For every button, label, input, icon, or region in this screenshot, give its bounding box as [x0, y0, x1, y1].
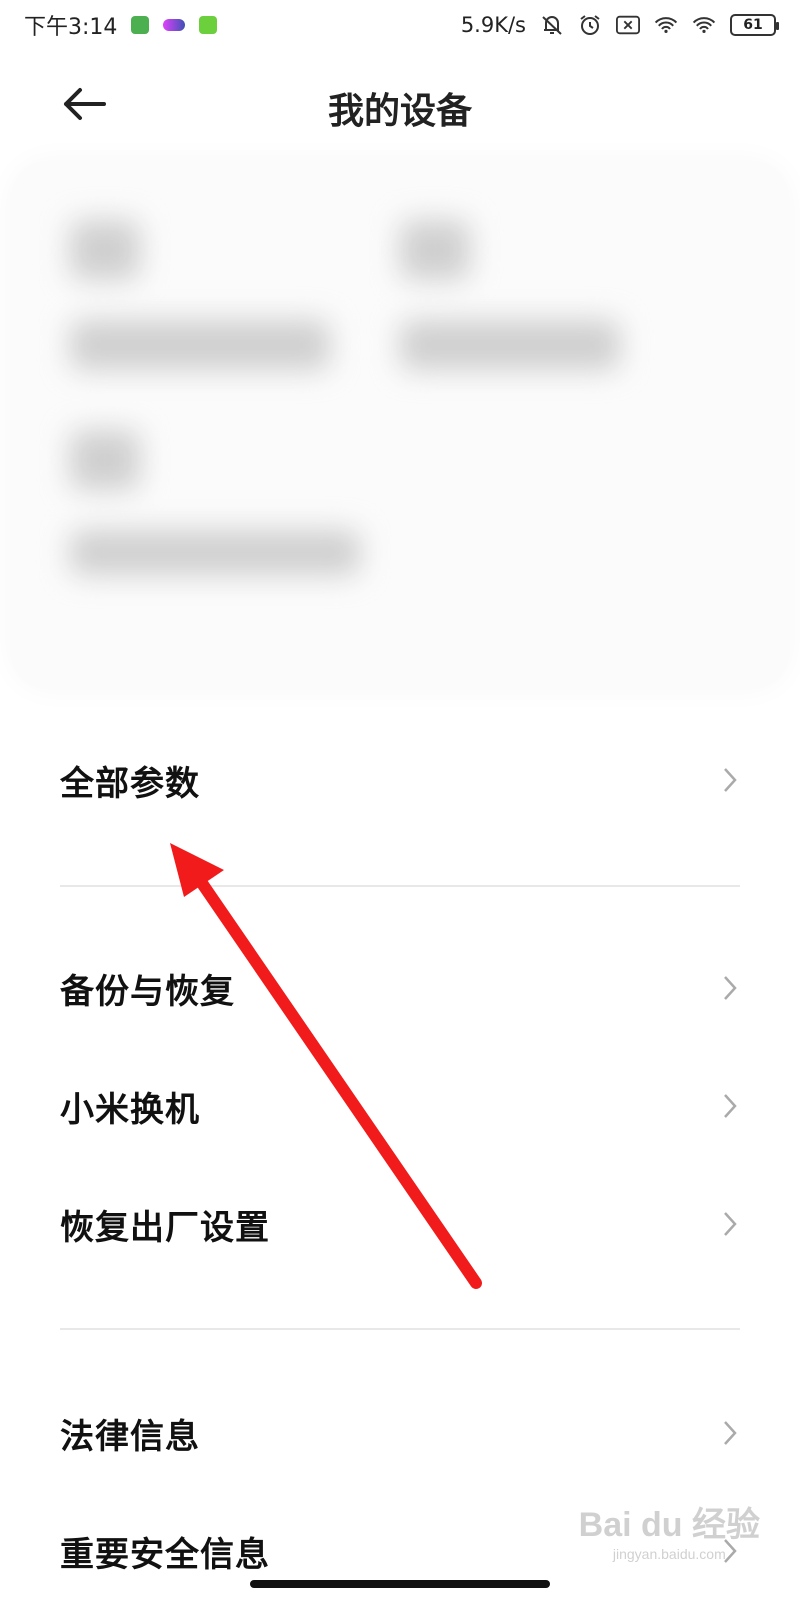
app-colorful-icon: [163, 19, 186, 31]
watermark-url: jingyan.baidu.com: [612, 1546, 726, 1562]
chevron-right-icon: [724, 976, 737, 1000]
battery-icon: 61: [730, 14, 779, 36]
chevron-right-icon: [724, 768, 737, 792]
blurred-content: [70, 220, 140, 280]
wifi-icon: [692, 15, 716, 35]
chevron-right-icon: [724, 1212, 737, 1236]
blurred-content: [70, 430, 140, 490]
menu-item-legal-info[interactable]: 法律信息: [60, 1393, 740, 1473]
app-green-icon: [131, 16, 150, 34]
menu-item-label: 备份与恢复: [60, 971, 235, 1012]
menu-item-factory-reset[interactable]: 恢复出厂设置: [60, 1184, 740, 1264]
divider: [60, 885, 740, 887]
menu-item-label: 法律信息: [60, 1416, 200, 1457]
battery-level: 61: [743, 17, 763, 33]
blurred-content: [70, 530, 360, 575]
status-bar-right: 5.9K/s 61: [460, 13, 779, 37]
menu-item-label: 恢复出厂设置: [60, 1207, 270, 1248]
home-indicator[interactable]: [250, 1580, 550, 1588]
blurred-content: [70, 320, 330, 370]
watermark: Bai du 经验 jingyan.baidu.com: [579, 1497, 760, 1562]
menu-item-label: 全部参数: [60, 763, 200, 804]
menu-item-backup-restore[interactable]: 备份与恢复: [60, 948, 740, 1028]
divider: [60, 1328, 740, 1330]
header: 我的设备: [0, 70, 800, 140]
page-title: 我的设备: [327, 91, 472, 132]
menu-item-label: 重要安全信息: [60, 1534, 270, 1575]
menu-item-mi-mover[interactable]: 小米换机: [60, 1066, 740, 1146]
device-info-card[interactable]: [10, 160, 790, 690]
app-lime-icon: [199, 16, 218, 34]
watermark-logo: Bai du 经验: [578, 1506, 760, 1544]
menu-item-all-specs[interactable]: 全部参数: [60, 740, 740, 820]
wifi-link-icon: [654, 15, 678, 35]
status-bar: 下午3:14 5.9K/s 61: [0, 0, 800, 50]
chevron-right-icon: [724, 1421, 737, 1445]
close-box-icon: [616, 15, 640, 35]
blurred-content: [400, 220, 470, 280]
status-time: 下午3:14: [24, 15, 118, 40]
net-speed: 5.9K/s: [460, 13, 526, 37]
mute-bell-icon: [540, 15, 564, 35]
menu-item-label: 小米换机: [60, 1089, 200, 1130]
blurred-content: [400, 320, 620, 370]
status-bar-left: 下午3:14: [24, 9, 218, 41]
chevron-right-icon: [724, 1094, 737, 1118]
alarm-icon: [578, 15, 602, 35]
screen: 下午3:14 5.9K/s 61 我的设备 全部参数 备份与恢复 小米换机 恢复…: [0, 0, 800, 1600]
